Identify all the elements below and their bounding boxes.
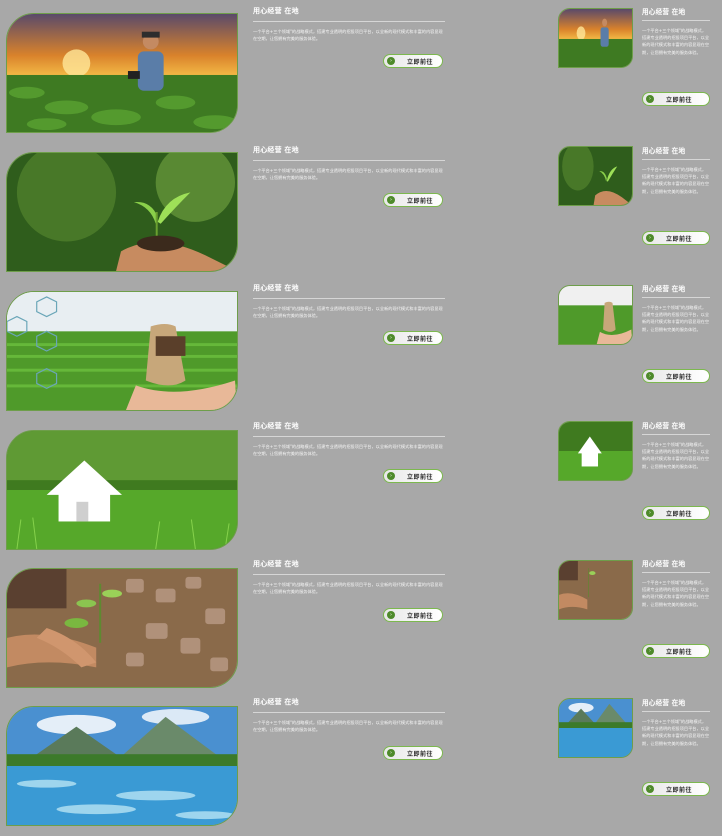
arrow-right-icon: ›: [646, 372, 654, 380]
thumb-go-now-button[interactable]: › 立即前往: [642, 231, 710, 245]
thumb-title: 用心经营 在地: [642, 145, 710, 160]
thumb-image-money-bag[interactable]: [558, 285, 633, 345]
thumb-go-now-button[interactable]: › 立即前往: [642, 506, 710, 520]
card-image-money-bag[interactable]: [6, 291, 238, 411]
go-now-button[interactable]: › 立即前往: [383, 193, 443, 207]
card-image-river[interactable]: [6, 706, 238, 826]
arrow-right-icon: ›: [387, 196, 395, 204]
arrow-right-icon: ›: [387, 57, 395, 65]
go-now-button[interactable]: › 立即前往: [383, 54, 443, 68]
card-description: 一个平台+三个领域"的战略模式，搭建专业透明的招投项目平台，以全新的现代模式和丰…: [253, 306, 443, 319]
card-image-house-grass[interactable]: [6, 430, 238, 550]
thumb-title: 用心经营 在地: [642, 558, 710, 573]
card-title: 用心经营 在地: [253, 6, 445, 22]
thumb-image-river[interactable]: [558, 698, 633, 758]
thumb-description: 一个平台+三个领域"的战略模式，搭建专业透明的招投项目平台，以全新的现代模式和丰…: [642, 442, 710, 469]
arrow-right-icon: ›: [387, 334, 395, 342]
thumb-image-house-grass[interactable]: [558, 421, 633, 481]
arrow-right-icon: ›: [646, 95, 654, 103]
arrow-right-icon: ›: [646, 509, 654, 517]
card-image-planting[interactable]: [6, 568, 238, 688]
thumb-title: 用心经营 在地: [642, 420, 710, 435]
thumb-title: 用心经营 在地: [642, 697, 710, 712]
card-description: 一个平台+三个领域"的战略模式，搭建专业透明的招投项目平台，以全新的现代模式和丰…: [253, 582, 443, 595]
card-image-seedling[interactable]: [6, 152, 238, 272]
arrow-right-icon: ›: [387, 749, 395, 757]
arrow-right-icon: ›: [646, 647, 654, 655]
arrow-right-icon: ›: [646, 234, 654, 242]
go-now-button[interactable]: › 立即前往: [383, 331, 443, 345]
card-title: 用心经营 在地: [253, 283, 445, 299]
thumb-go-now-button[interactable]: › 立即前往: [642, 644, 710, 658]
card-title: 用心经营 在地: [253, 697, 445, 713]
arrow-right-icon: ›: [387, 611, 395, 619]
thumb-description: 一个平台+三个领域"的战略模式，搭建专业透明的招投项目平台，以全新的现代模式和丰…: [642, 28, 710, 55]
go-now-button[interactable]: › 立即前往: [383, 746, 443, 760]
thumb-description: 一个平台+三个领域"的战略模式，搭建专业透明的招投项目平台，以全新的现代模式和丰…: [642, 580, 710, 607]
arrow-right-icon: ›: [646, 785, 654, 793]
thumb-title: 用心经营 在地: [642, 6, 710, 21]
thumb-go-now-button[interactable]: › 立即前往: [642, 92, 710, 106]
card-title: 用心经营 在地: [253, 145, 445, 161]
thumb-title: 用心经营 在地: [642, 283, 710, 298]
thumb-image-seedling[interactable]: [558, 146, 633, 206]
thumb-image-farmer[interactable]: [558, 8, 633, 68]
card-description: 一个平台+三个领域"的战略模式，搭建专业透明的招投项目平台，以全新的现代模式和丰…: [253, 29, 443, 42]
card-description: 一个平台+三个领域"的战略模式，搭建专业透明的招投项目平台，以全新的现代模式和丰…: [253, 720, 443, 733]
go-now-button[interactable]: › 立即前往: [383, 469, 443, 483]
card-title: 用心经营 在地: [253, 421, 445, 437]
thumb-description: 一个平台+三个领域"的战略模式，搭建专业透明的招投项目平台，以全新的现代模式和丰…: [642, 167, 710, 194]
arrow-right-icon: ›: [387, 472, 395, 480]
thumb-go-now-button[interactable]: › 立即前往: [642, 782, 710, 796]
go-now-button[interactable]: › 立即前往: [383, 608, 443, 622]
thumb-image-planting[interactable]: [558, 560, 633, 620]
thumb-go-now-button[interactable]: › 立即前往: [642, 369, 710, 383]
card-title: 用心经营 在地: [253, 559, 445, 575]
thumb-description: 一个平台+三个领域"的战略模式，搭建专业透明的招投项目平台，以全新的现代模式和丰…: [642, 305, 710, 332]
card-image-farmer[interactable]: [6, 13, 238, 133]
thumb-description: 一个平台+三个领域"的战略模式，搭建专业透明的招投项目平台，以全新的现代模式和丰…: [642, 719, 710, 746]
card-description: 一个平台+三个领域"的战略模式，搭建专业透明的招投项目平台，以全新的现代模式和丰…: [253, 444, 443, 457]
card-description: 一个平台+三个领域"的战略模式，搭建专业透明的招投项目平台，以全新的现代模式和丰…: [253, 168, 443, 181]
